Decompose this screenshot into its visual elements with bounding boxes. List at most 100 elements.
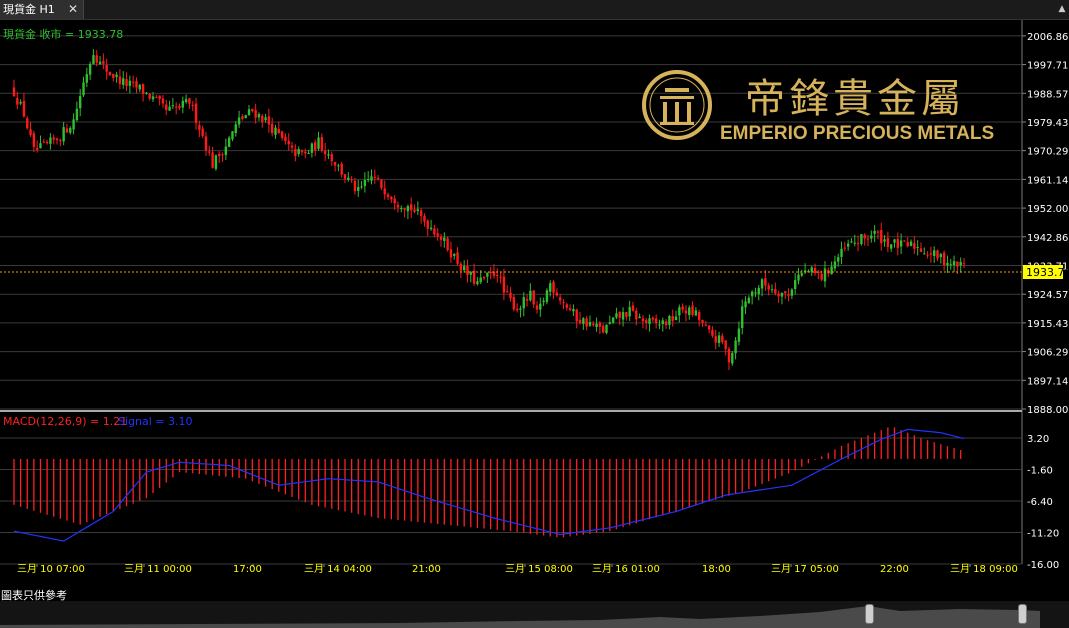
tab-bar: 現貨金 H1 ✕ ▲	[0, 0, 1069, 20]
candle-body	[777, 293, 780, 297]
candle-body	[171, 105, 175, 107]
candle-body	[184, 99, 188, 103]
candle-body	[618, 311, 621, 318]
candle-body	[694, 310, 698, 316]
candle-body	[198, 124, 201, 130]
candle-body	[721, 335, 724, 343]
candle-body	[810, 267, 813, 272]
candle-body	[26, 118, 29, 129]
candle-body	[65, 128, 69, 133]
candle-body	[952, 261, 956, 266]
candle-body	[406, 206, 410, 212]
price-tick-label: 2006.86	[1027, 32, 1068, 43]
candle-body	[628, 307, 631, 317]
candle-body	[860, 234, 863, 245]
candle-body	[876, 231, 880, 233]
candle-body	[138, 84, 141, 90]
candle-body	[883, 239, 886, 242]
candle-body	[959, 261, 962, 266]
candle-body	[466, 266, 469, 275]
scroll-up-icon[interactable]: ▲	[1056, 2, 1068, 16]
candle-body	[598, 322, 602, 327]
candle-body	[95, 55, 98, 63]
candle-body	[105, 65, 108, 72]
candle-body	[29, 129, 32, 136]
candle-body	[112, 73, 115, 78]
candle-body	[502, 276, 506, 293]
candle-body	[939, 254, 943, 258]
candle-body	[750, 291, 754, 297]
time-label: 三月 11 00:00	[124, 563, 192, 575]
navigator-right-handle[interactable]	[1018, 604, 1027, 624]
candle-body	[12, 87, 16, 97]
candle-body	[568, 308, 572, 310]
candle-body	[49, 137, 52, 144]
candle-body	[929, 253, 933, 255]
candle-body	[433, 228, 436, 235]
candle-body	[923, 253, 926, 255]
candle-body	[327, 154, 330, 156]
candle-body	[469, 272, 472, 275]
candle-body	[933, 250, 936, 256]
candle-body	[92, 55, 95, 65]
candle-body	[343, 174, 347, 179]
macd-label: MACD(12,26,9) = 1.21	[3, 415, 127, 428]
candle-body	[621, 312, 625, 320]
candle-body	[261, 115, 264, 123]
price-chart[interactable]: 2006.86 1997.71 1988.57 1979.43 1970.29 1961.…	[0, 20, 1069, 586]
candle-body	[125, 79, 128, 86]
candle-body	[519, 308, 522, 310]
candle-body	[188, 98, 191, 104]
price-tick-label: 1961.14	[1027, 175, 1068, 186]
candle-body	[446, 238, 449, 251]
candle-body	[525, 299, 529, 301]
candle-body	[549, 283, 552, 292]
close-icon[interactable]: ✕	[66, 0, 80, 19]
candle-body	[850, 241, 853, 243]
candle-body	[886, 237, 890, 247]
candle-body	[204, 136, 208, 151]
candle-body	[69, 127, 72, 133]
candle-body	[741, 306, 744, 329]
candle-body	[906, 242, 909, 247]
candle-body	[840, 248, 843, 257]
signal-line	[13, 428, 965, 542]
navigator-scrollbar[interactable]	[0, 601, 1069, 628]
candle-body	[734, 340, 737, 354]
candle-body	[843, 247, 847, 249]
candle-body	[962, 263, 966, 265]
macd-tick-label: -6.40	[1027, 497, 1053, 508]
macd-tick-label: -11.20	[1027, 528, 1059, 539]
price-tick-label: 1906.29	[1027, 348, 1068, 359]
candle-body	[889, 244, 893, 249]
candle-body	[664, 321, 668, 326]
candle-body	[307, 153, 310, 155]
candle-body	[72, 119, 75, 130]
candle-body	[760, 279, 764, 289]
candle-body	[946, 262, 949, 266]
candle-body	[181, 100, 185, 108]
candle-body	[423, 215, 426, 222]
candle-body	[98, 61, 102, 65]
candle-body	[85, 74, 89, 83]
candle-body	[287, 140, 290, 145]
candle-body	[145, 92, 148, 94]
candle-body	[102, 60, 105, 64]
candle-body	[274, 127, 277, 135]
candle-body	[267, 116, 271, 125]
candle-body	[711, 330, 714, 336]
navigator-left-handle[interactable]	[865, 604, 874, 624]
candle-body	[608, 322, 612, 324]
tab-gold-h1[interactable]: 現貨金 H1 ✕	[0, 0, 84, 19]
candle-body	[178, 106, 181, 108]
candle-body	[717, 335, 721, 344]
candle-body	[297, 148, 300, 155]
candle-body	[747, 297, 751, 304]
candle-body	[625, 312, 628, 317]
candle-body	[714, 336, 717, 343]
candle-body	[88, 63, 92, 75]
candle-body	[357, 187, 360, 191]
candle-body	[797, 274, 800, 281]
candle-body	[270, 123, 274, 134]
candle-body	[280, 131, 284, 138]
